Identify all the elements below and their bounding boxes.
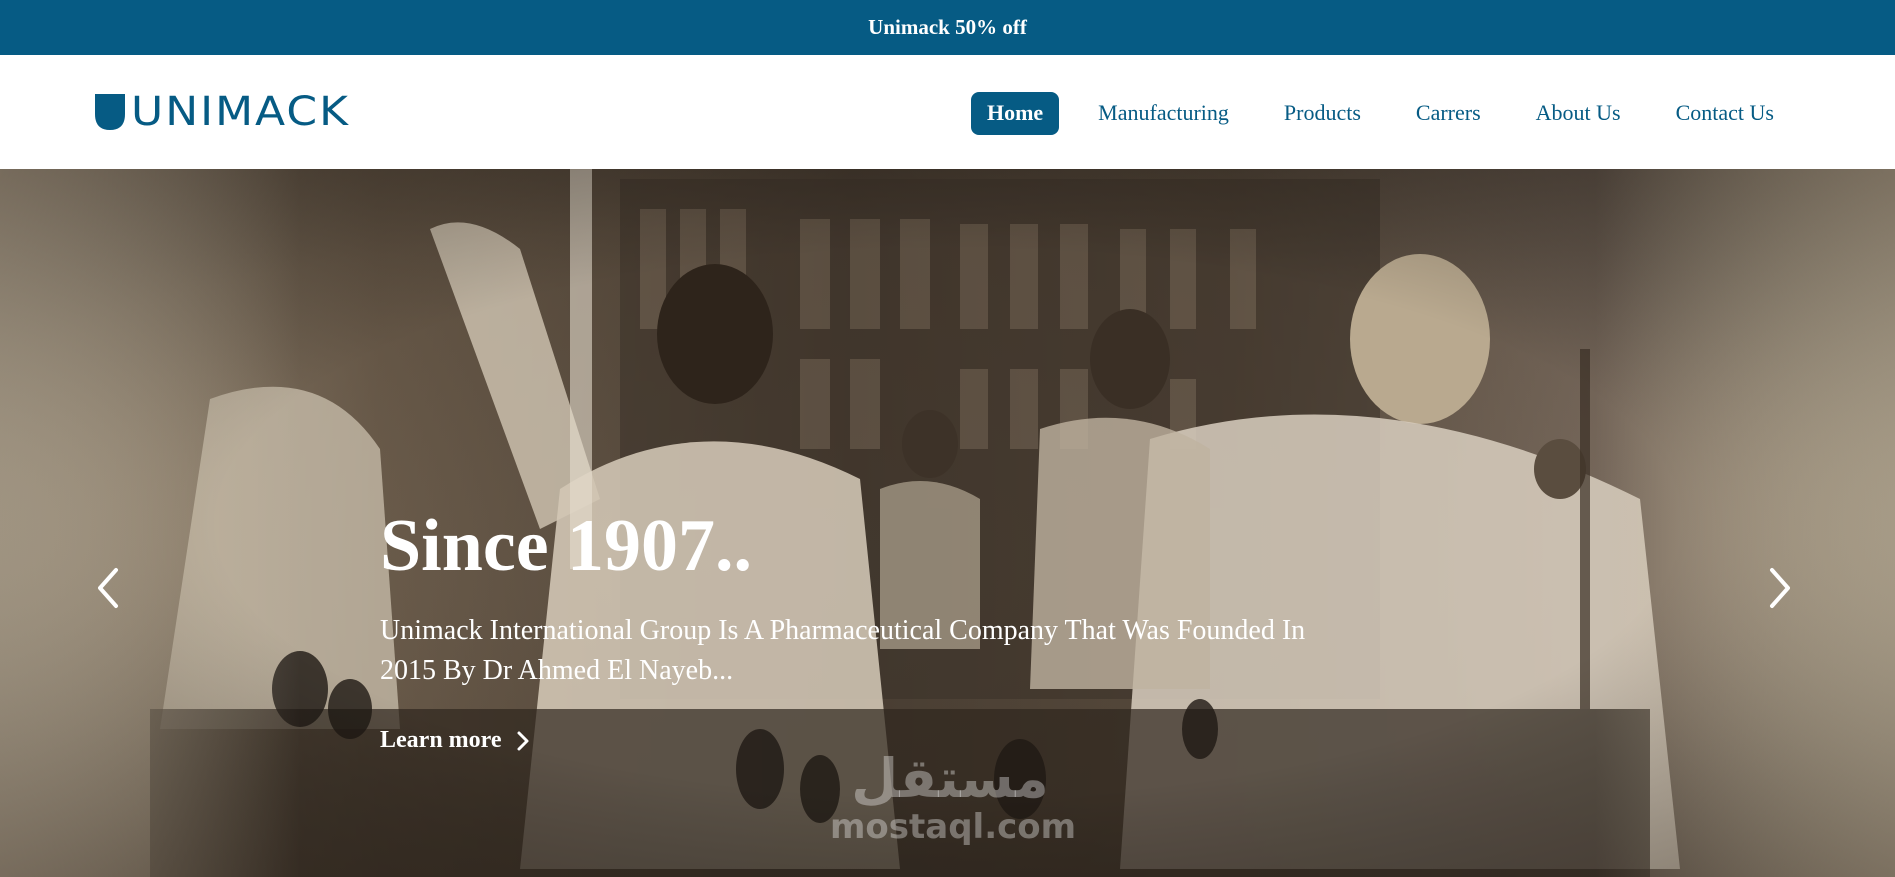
hero-slider: Since 1907.. Unimack International Group… [0, 169, 1895, 877]
watermark-arabic: مستقل [851, 747, 1049, 810]
learn-more-link[interactable]: Learn more [380, 727, 530, 754]
nav-item-manufacturing[interactable]: Manufacturing [1082, 92, 1245, 135]
nav-item-contact-us[interactable]: Contact Us [1660, 92, 1790, 135]
chevron-right-icon [517, 731, 529, 750]
promo-text: Unimack 50% off [868, 15, 1027, 39]
site-header: UNIMACK Home Manufacturing Products Carr… [0, 55, 1895, 169]
watermark: مستقل mostaql.com [830, 747, 1077, 847]
promo-banner: Unimack 50% off [0, 0, 1895, 55]
logo-text: UNIMACK [131, 88, 350, 135]
hero-title: Since 1907.. [380, 505, 753, 587]
slider-prev-button[interactable] [92, 564, 122, 612]
shield-logo-icon [95, 94, 125, 130]
logo[interactable]: UNIMACK [95, 88, 350, 135]
chevron-left-icon [98, 568, 118, 608]
nav-item-carrers[interactable]: Carrers [1400, 92, 1497, 135]
learn-more-label: Learn more [380, 727, 502, 753]
nav-item-about-us[interactable]: About Us [1520, 92, 1637, 135]
watermark-latin: mostaql.com [830, 807, 1077, 847]
nav-item-products[interactable]: Products [1268, 92, 1377, 135]
hero-description: Unimack International Group Is A Pharmac… [380, 615, 1306, 686]
chevron-right-icon [1770, 568, 1790, 608]
slider-next-button[interactable] [1766, 564, 1796, 612]
nav-item-home[interactable]: Home [970, 91, 1060, 135]
main-nav: Home Manufacturing Products Carrers Abou… [970, 91, 1790, 135]
